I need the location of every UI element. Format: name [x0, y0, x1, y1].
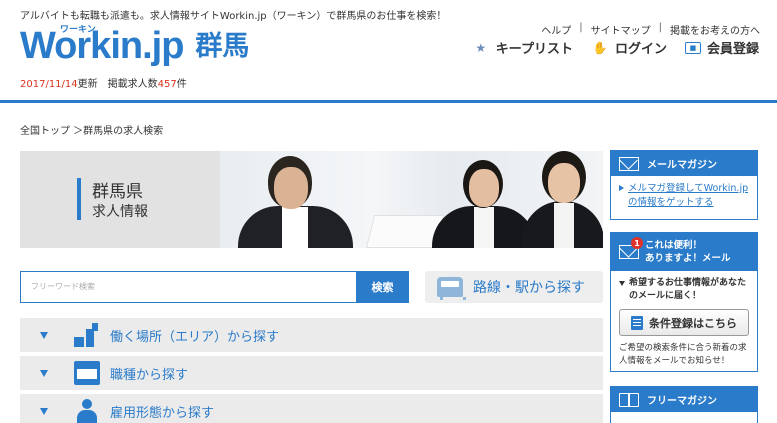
link-separator: |	[658, 22, 662, 33]
site-logo[interactable]: ワーキン Workin.jp 群馬	[20, 25, 250, 67]
benefit-lead-text: 希望するお仕事情報があなたのメールに届く！	[629, 278, 747, 301]
register-button[interactable]: ■ 会員登録	[684, 38, 759, 57]
help-link[interactable]: ヘルプ	[541, 22, 571, 37]
search-input[interactable]	[21, 272, 356, 302]
benefit-lead: 希望するお仕事情報があなたのメールに届く！	[619, 277, 749, 303]
shop-icon	[74, 361, 100, 385]
register-label: 会員登録	[706, 42, 759, 57]
benefit-mail-header: 1 これは便利！ ありますよ！メール	[611, 233, 757, 271]
keep-list-button[interactable]: ★ キープリスト	[472, 38, 573, 58]
login-button[interactable]: ✋ ログイン	[591, 38, 667, 58]
benefit-title-line2: ありますよ！メール	[645, 253, 731, 264]
notification-badge: 1	[631, 237, 643, 249]
update-info: 2017/11/14更新 掲載求人数457件	[20, 75, 187, 90]
logo-wordmark: ワーキン Workin.jp	[20, 25, 184, 67]
member-card-icon: ■	[684, 41, 701, 54]
advertise-link[interactable]: 掲載をお考えの方へ	[670, 22, 760, 37]
benefit-mail-box: 1 これは便利！ ありますよ！メール 希望するお仕事情報があなたのメールに届く！…	[610, 232, 758, 372]
logo-ruby: ワーキン	[60, 25, 96, 35]
site-tagline: アルバイトも転職も派遣も。求人情報サイトWorkin.jp（ワーキン）で群馬県の…	[20, 11, 447, 22]
triangle-down-icon	[40, 369, 48, 377]
person-icon	[74, 399, 100, 423]
breadcrumb[interactable]: 全国トップ ＞群馬県の求人検索	[20, 122, 163, 137]
mail-magazine-box: メールマガジン メルマガ登録してWorkin.jpの情報をゲットする	[610, 150, 758, 220]
link-separator: |	[579, 22, 583, 33]
search-by-employment-label: 雇用形態から探す	[110, 405, 215, 421]
condition-register-label: 条件登録はこちら	[649, 316, 737, 330]
mail-magazine-title: メールマガジン	[647, 160, 717, 171]
login-hand-icon: ✋	[592, 40, 608, 55]
logo-region: 群馬	[195, 31, 250, 62]
route-station-button[interactable]: 路線・駅から探す	[425, 271, 603, 303]
job-count-value: 457	[157, 79, 177, 90]
hero-photo	[220, 151, 603, 248]
condition-register-button[interactable]: 条件登録はこちら	[619, 309, 749, 336]
search-by-area-label: 働く場所（エリア）から探す	[110, 329, 280, 345]
hero-accent-bar	[77, 178, 81, 220]
update-date: 2017/11/14	[20, 79, 78, 90]
search-by-employment-row[interactable]: 雇用形態から探す	[20, 394, 603, 423]
update-suffix: 更新	[77, 79, 98, 90]
keep-list-label: キープリスト	[495, 42, 573, 57]
search-field	[20, 271, 356, 303]
header-actions: ★ キープリスト ✋ ログイン ■ 会員登録	[472, 38, 759, 58]
photo-person	[548, 163, 580, 203]
login-label: ログイン	[614, 42, 667, 57]
search-by-area-row[interactable]: 働く場所（エリア）から探す	[20, 318, 603, 352]
search-button[interactable]: 検索	[356, 271, 409, 303]
benefit-title-line1: これは便利！	[645, 240, 703, 251]
hero-prefecture: 群馬県	[92, 182, 143, 202]
job-count-label: 掲載求人数	[107, 79, 158, 90]
register-form-icon	[631, 315, 643, 330]
benefit-mail-body: 希望するお仕事情報があなたのメールに届く！ 条件登録はこちら ご希望の検索条件に…	[611, 271, 757, 376]
photo-person	[554, 203, 574, 248]
hero-label-panel: 群馬県 求人情報	[20, 151, 220, 248]
hero-banner: 群馬県 求人情報	[20, 151, 603, 248]
mail-icon	[619, 156, 639, 171]
free-magazine-title: フリーマガジン	[647, 396, 717, 407]
photo-person	[274, 167, 308, 209]
sitemap-link[interactable]: サイトマップ	[591, 22, 651, 37]
triangle-down-icon	[40, 407, 48, 415]
job-count-suffix: 件	[176, 79, 187, 90]
header-divider	[0, 100, 777, 103]
book-icon	[619, 392, 639, 407]
free-magazine-box: フリーマガジン	[610, 386, 758, 423]
map-area-icon	[74, 323, 100, 347]
photo-person	[469, 169, 499, 207]
triangle-down-icon	[40, 331, 48, 339]
mail-magazine-link[interactable]: メルマガ登録してWorkin.jpの情報をゲットする	[628, 182, 749, 210]
utility-links: ヘルプ | サイトマップ | 掲載をお考えの方へ	[541, 22, 760, 37]
triangle-right-icon	[619, 185, 624, 191]
route-station-label: 路線・駅から探す	[473, 280, 585, 296]
benefit-mail-title: これは便利！ ありますよ！メール	[645, 239, 731, 265]
photo-person	[474, 207, 494, 248]
search-by-job-type-row[interactable]: 職種から探す	[20, 356, 603, 390]
logo-text: Workin.jp	[20, 25, 184, 67]
train-icon	[437, 277, 466, 300]
mail-magazine-header: メールマガジン	[611, 151, 757, 176]
search-by-job-type-label: 職種から探す	[110, 367, 189, 383]
benefit-note: ご希望の検索条件に合う新着の求人情報をメールでお知らせ！	[619, 343, 747, 366]
photo-person	[282, 207, 308, 248]
mail-magazine-body: メルマガ登録してWorkin.jpの情報をゲットする	[611, 176, 757, 218]
free-magazine-header[interactable]: フリーマガジン	[611, 387, 757, 412]
hero-subtitle: 求人情報	[92, 204, 148, 220]
triangle-down-icon	[619, 281, 625, 286]
keep-list-icon: ★	[475, 40, 487, 55]
